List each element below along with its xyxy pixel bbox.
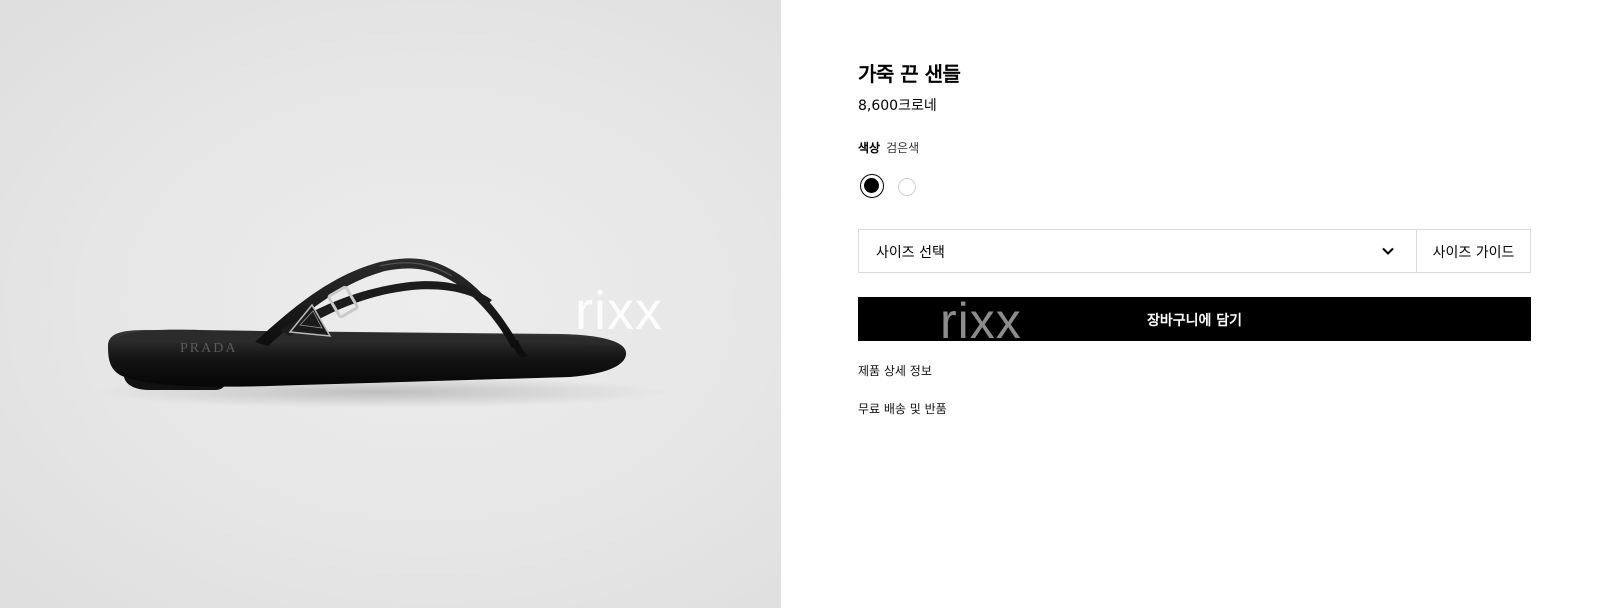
size-select[interactable]: 사이즈 선택 <box>859 230 1416 272</box>
add-to-cart-label: 장바구니에 담기 <box>1146 313 1243 329</box>
watermark-image: rixx <box>575 281 663 341</box>
add-to-cart-button[interactable]: rixx 장바구니에 담기 <box>858 293 1531 349</box>
color-swatch-black[interactable] <box>860 174 884 198</box>
product-image[interactable]: PRADA rixx <box>0 0 781 608</box>
size-guide-label: 사이즈 가이드 <box>1432 245 1515 261</box>
product-details-link[interactable]: 제품 상세 정보 <box>858 362 932 379</box>
color-row: 색상 검은색 <box>858 139 919 156</box>
color-value: 검은색 <box>886 141 920 155</box>
size-selector-group: 사이즈 선택 사이즈 가이드 <box>858 229 1531 273</box>
sandal-illustration: PRADA <box>95 258 665 408</box>
color-label: 색상 <box>858 141 881 155</box>
product-page: PRADA rixx 가죽 끈 샌들 8,600크로네 색상 검은색 사이즈 선… <box>0 0 1604 608</box>
svg-text:PRADA: PRADA <box>180 341 237 356</box>
size-select-label: 사이즈 선택 <box>876 245 945 261</box>
product-title: 가죽 끈 샌들 <box>858 62 961 86</box>
color-swatch-white[interactable] <box>898 178 916 196</box>
product-price: 8,600크로네 <box>858 98 937 114</box>
size-guide-button[interactable]: 사이즈 가이드 <box>1417 230 1530 272</box>
chevron-down-icon <box>1382 247 1394 255</box>
shipping-returns-link[interactable]: 무료 배송 및 반품 <box>858 400 947 417</box>
